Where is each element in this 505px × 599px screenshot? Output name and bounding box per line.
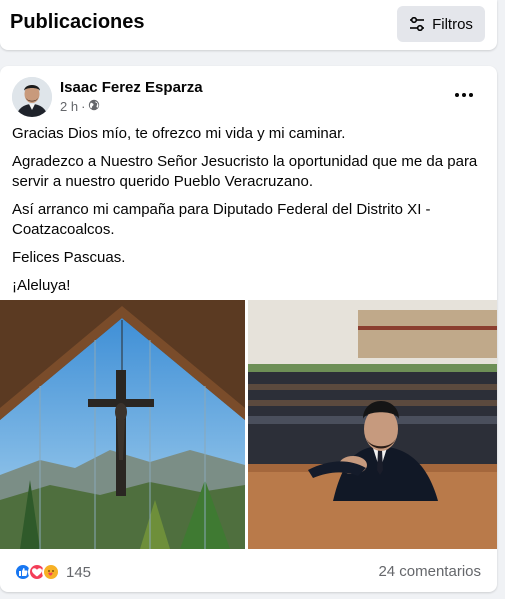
post-paragraph: Agradezco a Nuestro Señor Jesucristo la …	[12, 153, 478, 190]
more-options-button[interactable]	[449, 84, 479, 106]
filters-button[interactable]: Filtros	[397, 6, 485, 42]
post-author[interactable]: Isaac Ferez Esparza	[60, 79, 203, 96]
post-paragraph: Gracias Dios mío, te ofrezco mi vida y m…	[12, 125, 346, 142]
man-praying-photo[interactable]	[248, 300, 497, 549]
post-meta: 2 h ·	[60, 99, 100, 114]
care-icon	[42, 563, 60, 581]
more-dot	[462, 93, 466, 97]
reactions-summary[interactable]: 145	[14, 563, 91, 581]
reactions-count: 145	[66, 563, 92, 581]
comments-count-link[interactable]: 24 comentarios	[378, 563, 481, 580]
chapel-crucifix-photo[interactable]	[0, 300, 245, 549]
post-paragraph: ¡Aleluya!	[12, 277, 71, 294]
post-paragraph: Felices Pascuas.	[12, 249, 126, 266]
post-card: Isaac Ferez Esparza 2 h · Gracias Dios m…	[0, 66, 497, 592]
filter-sliders-icon	[409, 17, 425, 31]
page-title: Publicaciones	[10, 11, 145, 33]
avatar[interactable]	[12, 77, 52, 117]
globe-icon	[88, 99, 100, 114]
post-photos	[0, 300, 497, 549]
post-text: Gracias Dios mío, te ofrezco mi vida y m…	[12, 124, 490, 304]
filters-label: Filtros	[432, 15, 473, 33]
more-dot	[469, 93, 473, 97]
post-time[interactable]: 2 h	[60, 99, 78, 114]
meta-separator: ·	[81, 99, 86, 114]
post-paragraph: Así arranco mi campaña para Diputado Fed…	[12, 201, 431, 238]
more-dot	[455, 93, 459, 97]
page-header: Publicaciones Filtros	[0, 0, 497, 50]
